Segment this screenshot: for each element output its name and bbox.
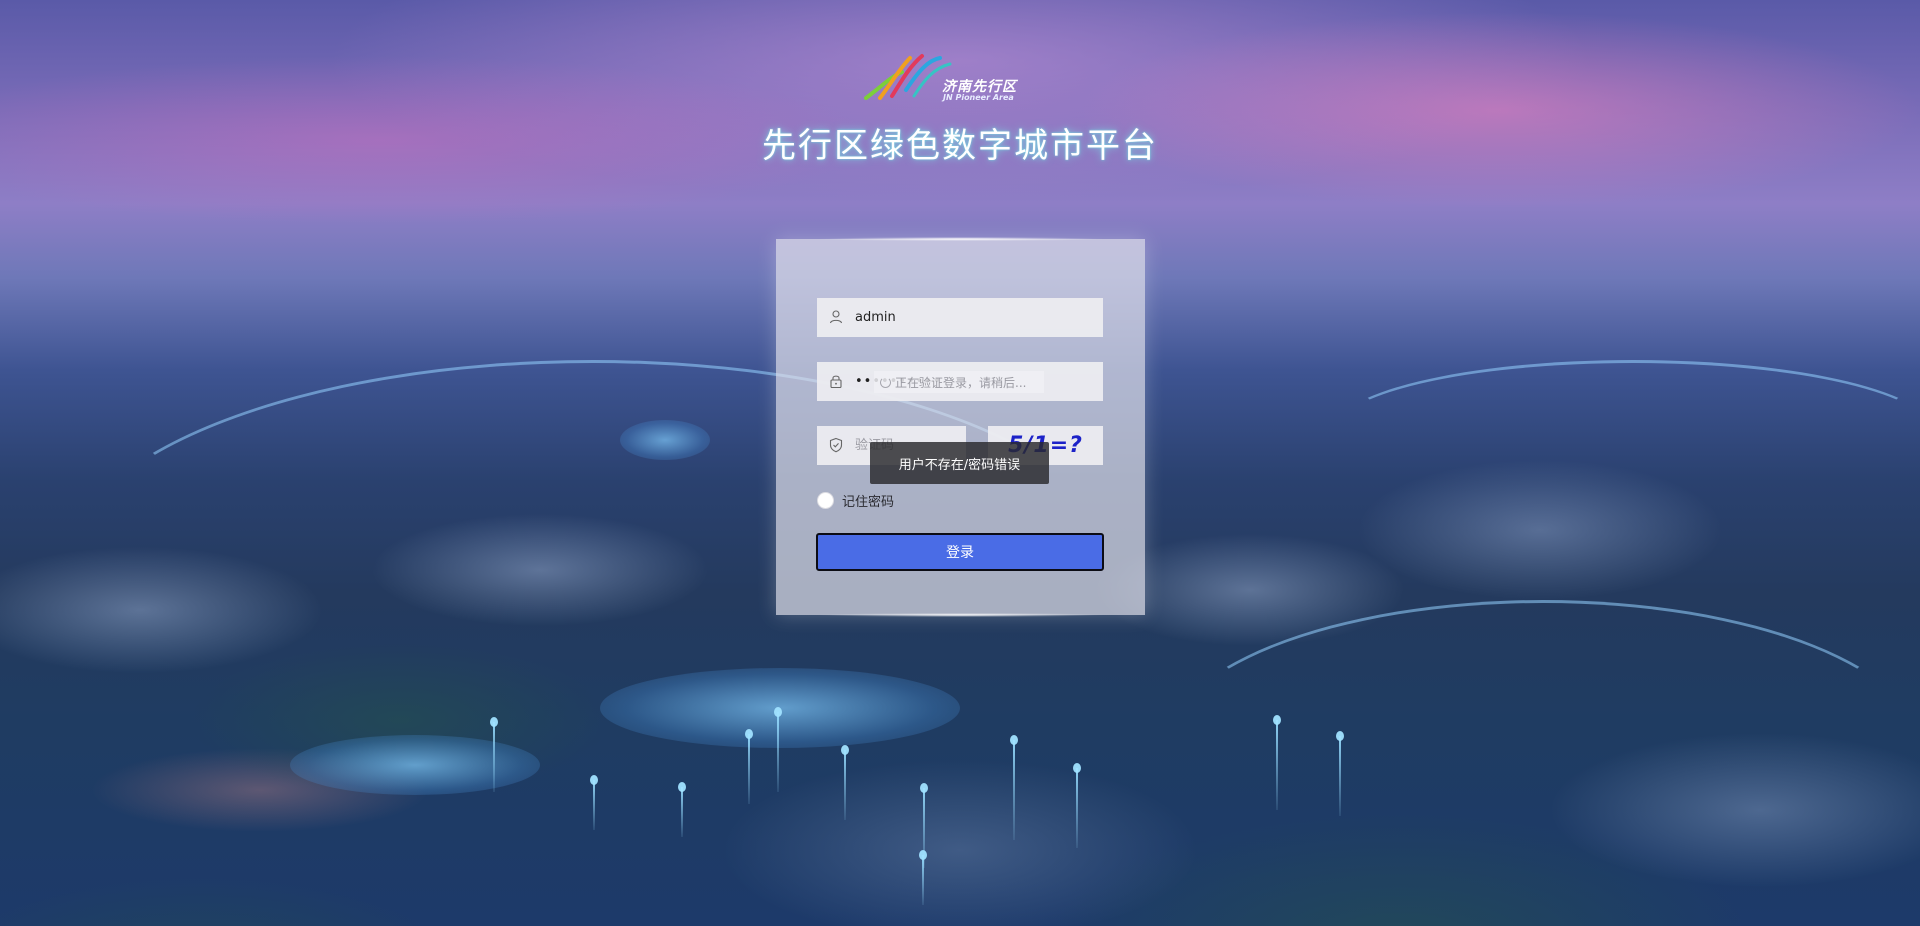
location-pin-icon bbox=[590, 775, 598, 830]
panel-top-glow bbox=[816, 237, 1106, 241]
username-input[interactable] bbox=[855, 298, 1095, 337]
login-button[interactable]: 登录 bbox=[816, 533, 1104, 571]
panel-bottom-glow bbox=[816, 613, 1106, 617]
location-pin-icon bbox=[919, 850, 927, 905]
location-pin-icon bbox=[1073, 763, 1081, 848]
remember-password[interactable]: 记住密码 bbox=[817, 491, 894, 510]
location-pin-icon bbox=[678, 782, 686, 837]
location-pin-icon bbox=[1273, 715, 1281, 810]
background-river bbox=[1160, 600, 1920, 906]
loading-spinner-icon bbox=[880, 376, 891, 388]
login-loading-hint: 正在验证登录，请稍后... bbox=[874, 371, 1044, 393]
remember-password-label: 记住密码 bbox=[842, 495, 895, 510]
page-title: 先行区绿色数字城市平台 bbox=[762, 126, 1158, 166]
location-pin-icon bbox=[745, 729, 753, 804]
shield-icon bbox=[828, 437, 844, 453]
user-icon bbox=[828, 309, 844, 325]
login-page: 济南先行区 JN Pioneer Area 先行区绿色数字城市平台 正在验证登录… bbox=[0, 0, 1920, 926]
loading-hint-text: 正在验证登录，请稍后... bbox=[895, 375, 1027, 390]
remember-password-checkbox[interactable] bbox=[817, 492, 834, 509]
location-pin-icon bbox=[1336, 731, 1344, 816]
location-pin-icon bbox=[490, 717, 498, 792]
location-pin-icon bbox=[841, 745, 849, 820]
username-field bbox=[817, 298, 1103, 337]
login-panel: 正在验证登录，请稍后... 5/1=? 用户不存在/密码错误 记住密码 登录 bbox=[776, 237, 1145, 617]
lock-icon bbox=[828, 373, 844, 389]
background-river bbox=[1330, 360, 1920, 506]
logo-english-text: JN Pioneer Area bbox=[943, 93, 1014, 102]
location-pin-icon bbox=[774, 707, 782, 792]
location-pin-icon bbox=[1010, 735, 1018, 840]
error-toast: 用户不存在/密码错误 bbox=[870, 442, 1049, 484]
